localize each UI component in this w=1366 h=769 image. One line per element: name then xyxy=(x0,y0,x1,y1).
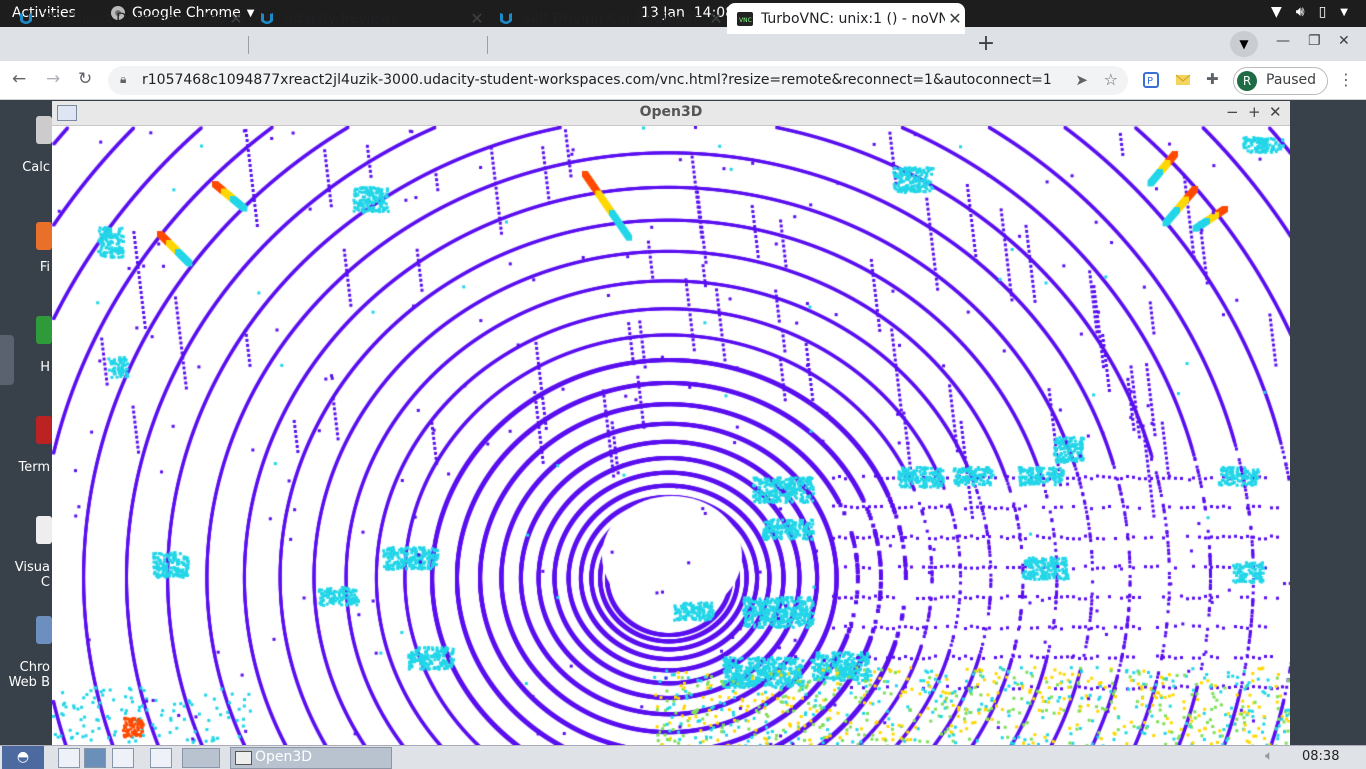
desktop-icon-label: H xyxy=(40,360,50,375)
vscode-icon xyxy=(36,516,52,544)
bookmark-star-icon[interactable]: ☆ xyxy=(1104,70,1118,89)
window-maximize-button[interactable]: + xyxy=(1248,103,1261,121)
tab-separator xyxy=(248,36,249,54)
extensions-puzzle-icon[interactable]: ✚ xyxy=(1206,70,1219,88)
back-button[interactable]: ← xyxy=(12,69,26,89)
browser-toolbar: ← → ↻ 🔒︎ r1057468c1094877xreact2jl4uzik-… xyxy=(0,61,1366,100)
browser-icon xyxy=(36,616,52,644)
extension-p-icon[interactable]: P xyxy=(1143,72,1159,88)
tab-title: 3D Object Detection - Uda xyxy=(42,10,226,27)
tab-separator xyxy=(487,36,488,54)
firefox-icon xyxy=(36,222,52,250)
window-icon xyxy=(235,751,252,765)
svg-text:P: P xyxy=(1147,76,1153,87)
reload-button[interactable]: ↻ xyxy=(78,69,92,89)
profile-button[interactable]: R Paused xyxy=(1233,67,1328,95)
close-icon[interactable]: ✕ xyxy=(467,9,487,28)
mail-extension-icon[interactable] xyxy=(1175,72,1191,88)
vnc-icon: VNC xyxy=(737,11,753,26)
volume-icon: 🔊︎ xyxy=(1295,4,1305,20)
svg-text:VNC: VNC xyxy=(739,17,752,24)
udacity-icon xyxy=(20,12,32,24)
window-list-icon[interactable] xyxy=(112,748,134,768)
start-menu-button[interactable]: ◓ xyxy=(2,746,44,769)
desktop-icon-calc[interactable]: Calc xyxy=(0,108,52,180)
udacity-icon xyxy=(261,12,273,24)
udacity-icon xyxy=(500,12,512,24)
url-text[interactable]: r1057468c1094877xreact2jl4uzik-3000.udac… xyxy=(142,72,1052,88)
volume-icon[interactable]: 🔈︎ xyxy=(1265,748,1273,764)
taskbar-task-open3d[interactable]: Open3D xyxy=(230,747,392,769)
battery-icon: ▯ xyxy=(1318,4,1327,20)
window-close-button[interactable]: ✕ xyxy=(1269,103,1282,121)
address-bar[interactable]: 🔒︎ r1057468c1094877xreact2jl4uzik-3000.u… xyxy=(108,66,1128,95)
new-tab-button[interactable]: + xyxy=(972,31,1000,57)
desktop-icon-label: Calc xyxy=(22,160,50,175)
desktop-icon-label: Visua C xyxy=(14,560,50,590)
desktop-icon-label: Fi xyxy=(39,260,50,275)
chevron-down-icon: ▼ xyxy=(1340,7,1348,18)
novnc-control-handle[interactable] xyxy=(0,335,14,385)
desktop-icon-launcher[interactable] xyxy=(84,748,106,768)
tab-title: Self Driving Car Engineer xyxy=(522,10,699,27)
window-close-button[interactable]: ✕ xyxy=(1338,33,1350,49)
tab-udacity-reviews[interactable]: Udacity Reviews ✕ xyxy=(249,3,487,34)
chrome-menu-button[interactable]: ⋮ xyxy=(1338,70,1354,89)
point-cloud-viewport[interactable] xyxy=(52,126,1290,745)
file-manager-icon[interactable] xyxy=(58,748,80,768)
tab-turbovnc[interactable]: VNC TurboVNC: unix:1 () - noVN ✕ xyxy=(727,3,965,34)
profile-status: Paused xyxy=(1266,72,1317,88)
window-title: Open3D xyxy=(639,104,703,120)
minimize-button[interactable]: — xyxy=(1276,33,1290,49)
workspace-2-icon[interactable] xyxy=(182,748,220,768)
chevron-down-icon: ▼ xyxy=(1239,37,1249,51)
tab-title: Udacity Reviews xyxy=(283,10,398,27)
tab-self-driving-car[interactable]: Self Driving Car Engineer ✕ xyxy=(488,3,726,34)
forward-button[interactable]: → xyxy=(46,69,60,89)
window-minimize-button[interactable]: − xyxy=(1226,103,1239,121)
restore-button[interactable]: ❐ xyxy=(1308,33,1321,49)
task-label: Open3D xyxy=(255,749,313,765)
vnc-taskbar: ◓ Open3D 🔈︎ 08:38 xyxy=(0,745,1366,769)
desktop-icon-firefox[interactable]: Fi xyxy=(0,208,52,280)
calculator-icon xyxy=(36,116,52,144)
monitor-icon xyxy=(36,316,52,344)
desktop-icon-chrome[interactable]: Chro Web B xyxy=(0,608,52,698)
avatar: R xyxy=(1237,71,1257,91)
close-icon[interactable]: ✕ xyxy=(226,9,246,28)
terminal-icon xyxy=(36,416,52,444)
close-icon[interactable]: ✕ xyxy=(706,9,726,28)
window-titlebar[interactable]: Open3D − + ✕ xyxy=(52,101,1290,126)
close-icon[interactable]: ✕ xyxy=(945,9,965,28)
taskbar-clock: 08:38 xyxy=(1302,749,1340,764)
desktop-icon-terminal[interactable]: Term xyxy=(0,408,52,480)
send-tab-icon[interactable]: ➤ xyxy=(1075,71,1088,89)
tab-3d-object-detection[interactable]: 3D Object Detection - Uda ✕ xyxy=(8,3,246,34)
desktop-icon-visual-code[interactable]: Visua C xyxy=(0,508,52,598)
desktop-icon-label: Term xyxy=(18,460,50,475)
open3d-window: Open3D − + ✕ xyxy=(52,101,1290,745)
tab-title: TurboVNC: unix:1 () - noVN xyxy=(761,10,945,27)
desktop-icon-label: Chro Web B xyxy=(8,660,50,690)
lock-icon: 🔒︎ xyxy=(120,72,127,86)
tab-search-button[interactable]: ▼ xyxy=(1230,31,1258,57)
system-tray[interactable]: ▼ 🔊︎ ▯ ▼ xyxy=(1271,4,1348,20)
wifi-icon: ▼ xyxy=(1270,4,1282,20)
workspace-1-icon[interactable] xyxy=(150,748,172,768)
